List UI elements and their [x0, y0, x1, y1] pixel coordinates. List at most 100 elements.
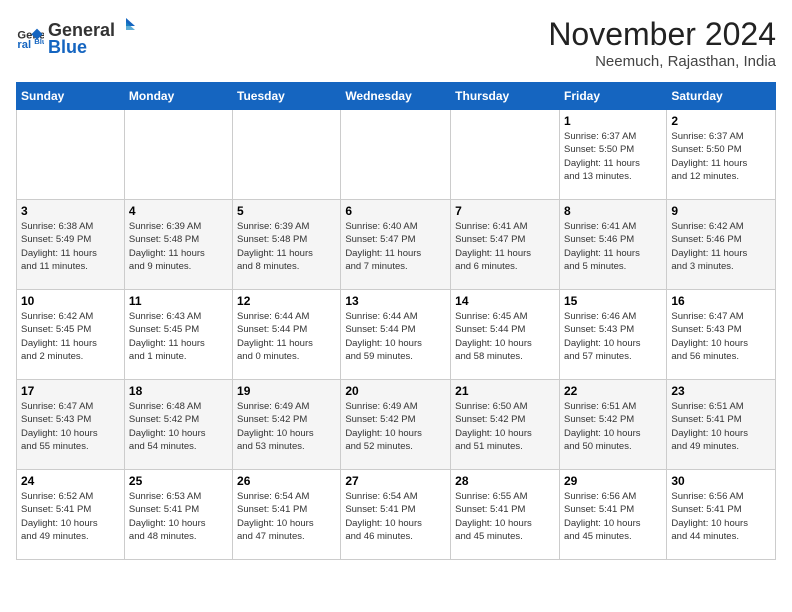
- calendar-cell: 30 Sunrise: 6:56 AM Sunset: 5:41 PM Dayli…: [667, 470, 776, 560]
- day-number: 1: [564, 114, 662, 128]
- day-number: 25: [129, 474, 228, 488]
- day-info: Sunrise: 6:49 AM Sunset: 5:42 PM Dayligh…: [237, 400, 336, 453]
- logo: Gene ral Blue General Blue: [16, 16, 135, 58]
- day-info: Sunrise: 6:51 AM Sunset: 5:41 PM Dayligh…: [671, 400, 771, 453]
- day-number: 6: [345, 204, 446, 218]
- calendar-cell: 22 Sunrise: 6:51 AM Sunset: 5:42 PM Dayli…: [559, 380, 666, 470]
- day-info: Sunrise: 6:37 AM Sunset: 5:50 PM Dayligh…: [671, 130, 771, 183]
- day-header-sunday: Sunday: [17, 83, 125, 110]
- day-info: Sunrise: 6:43 AM Sunset: 5:45 PM Dayligh…: [129, 310, 228, 363]
- day-info: Sunrise: 6:54 AM Sunset: 5:41 PM Dayligh…: [345, 490, 446, 543]
- day-info: Sunrise: 6:37 AM Sunset: 5:50 PM Dayligh…: [564, 130, 662, 183]
- day-info: Sunrise: 6:42 AM Sunset: 5:45 PM Dayligh…: [21, 310, 120, 363]
- calendar-cell: 16Sunrise: 6:47 AM Sunset: 5:43 PM Dayli…: [667, 290, 776, 380]
- calendar-cell: 24 Sunrise: 6:52 AM Sunset: 5:41 PM Dayli…: [17, 470, 125, 560]
- day-info: Sunrise: 6:41 AM Sunset: 5:46 PM Dayligh…: [564, 220, 662, 273]
- day-info: Sunrise: 6:42 AM Sunset: 5:46 PM Dayligh…: [671, 220, 771, 273]
- calendar-cell: 2 Sunrise: 6:37 AM Sunset: 5:50 PM Daylig…: [667, 110, 776, 200]
- calendar-cell: 13 Sunrise: 6:44 AM Sunset: 5:44 PM Dayli…: [341, 290, 451, 380]
- calendar-cell: 20 Sunrise: 6:49 AM Sunset: 5:42 PM Dayli…: [341, 380, 451, 470]
- day-info: Sunrise: 6:54 AM Sunset: 5:41 PM Dayligh…: [237, 490, 336, 543]
- day-header-wednesday: Wednesday: [341, 83, 451, 110]
- calendar-cell: [233, 110, 341, 200]
- calendar-cell: 12 Sunrise: 6:44 AM Sunset: 5:44 PM Dayli…: [233, 290, 341, 380]
- calendar-cell: 1 Sunrise: 6:37 AM Sunset: 5:50 PM Daylig…: [559, 110, 666, 200]
- day-info: Sunrise: 6:44 AM Sunset: 5:44 PM Dayligh…: [237, 310, 336, 363]
- day-number: 30: [671, 474, 771, 488]
- day-number: 11: [129, 294, 228, 308]
- day-info: Sunrise: 6:44 AM Sunset: 5:44 PM Dayligh…: [345, 310, 446, 363]
- day-number: 28: [455, 474, 555, 488]
- calendar-cell: 23 Sunrise: 6:51 AM Sunset: 5:41 PM Dayli…: [667, 380, 776, 470]
- calendar-cell: 14 Sunrise: 6:45 AM Sunset: 5:44 PM Dayli…: [451, 290, 560, 380]
- week-row-4: 17 Sunrise: 6:47 AM Sunset: 5:43 PM Dayli…: [17, 380, 776, 470]
- calendar-cell: 9 Sunrise: 6:42 AM Sunset: 5:46 PM Daylig…: [667, 200, 776, 290]
- day-number: 7: [455, 204, 555, 218]
- day-info: Sunrise: 6:38 AM Sunset: 5:49 PM Dayligh…: [21, 220, 120, 273]
- day-number: 24: [21, 474, 120, 488]
- day-info: Sunrise: 6:47 AM Sunset: 5:43 PM Dayligh…: [21, 400, 120, 453]
- day-number: 22: [564, 384, 662, 398]
- day-info: Sunrise: 6:48 AM Sunset: 5:42 PM Dayligh…: [129, 400, 228, 453]
- svg-text:Blue: Blue: [34, 37, 44, 46]
- day-info: Sunrise: 6:55 AM Sunset: 5:41 PM Dayligh…: [455, 490, 555, 543]
- svg-text:ral: ral: [17, 39, 31, 51]
- day-number: 29: [564, 474, 662, 488]
- day-number: 23: [671, 384, 771, 398]
- day-number: 21: [455, 384, 555, 398]
- day-number: 17: [21, 384, 120, 398]
- day-info: Sunrise: 6:51 AM Sunset: 5:42 PM Dayligh…: [564, 400, 662, 453]
- day-number: 15: [564, 294, 662, 308]
- week-row-3: 10 Sunrise: 6:42 AM Sunset: 5:45 PM Dayli…: [17, 290, 776, 380]
- calendar-cell: 25Sunrise: 6:53 AM Sunset: 5:41 PM Dayli…: [124, 470, 232, 560]
- calendar-cell: 26 Sunrise: 6:54 AM Sunset: 5:41 PM Dayli…: [233, 470, 341, 560]
- day-number: 27: [345, 474, 446, 488]
- day-header-monday: Monday: [124, 83, 232, 110]
- day-info: Sunrise: 6:41 AM Sunset: 5:47 PM Dayligh…: [455, 220, 555, 273]
- calendar-cell: [451, 110, 560, 200]
- week-row-1: 1 Sunrise: 6:37 AM Sunset: 5:50 PM Daylig…: [17, 110, 776, 200]
- calendar-cell: 4 Sunrise: 6:39 AM Sunset: 5:48 PM Daylig…: [124, 200, 232, 290]
- day-info: Sunrise: 6:39 AM Sunset: 5:48 PM Dayligh…: [129, 220, 228, 273]
- day-header-saturday: Saturday: [667, 83, 776, 110]
- calendar-cell: 10 Sunrise: 6:42 AM Sunset: 5:45 PM Dayli…: [17, 290, 125, 380]
- calendar-cell: 11 Sunrise: 6:43 AM Sunset: 5:45 PM Dayli…: [124, 290, 232, 380]
- day-header-thursday: Thursday: [451, 83, 560, 110]
- day-number: 13: [345, 294, 446, 308]
- header-row: SundayMondayTuesdayWednesdayThursdayFrid…: [17, 83, 776, 110]
- calendar-cell: 3 Sunrise: 6:38 AM Sunset: 5:49 PM Daylig…: [17, 200, 125, 290]
- day-info: Sunrise: 6:45 AM Sunset: 5:44 PM Dayligh…: [455, 310, 555, 363]
- week-row-2: 3 Sunrise: 6:38 AM Sunset: 5:49 PM Daylig…: [17, 200, 776, 290]
- day-number: 26: [237, 474, 336, 488]
- calendar-cell: 15Sunrise: 6:46 AM Sunset: 5:43 PM Dayli…: [559, 290, 666, 380]
- month-title: November 2024: [548, 16, 776, 53]
- calendar-cell: 29 Sunrise: 6:56 AM Sunset: 5:41 PM Dayli…: [559, 470, 666, 560]
- day-number: 19: [237, 384, 336, 398]
- day-header-friday: Friday: [559, 83, 666, 110]
- day-number: 10: [21, 294, 120, 308]
- calendar-cell: 5 Sunrise: 6:39 AM Sunset: 5:48 PM Daylig…: [233, 200, 341, 290]
- day-number: 5: [237, 204, 336, 218]
- calendar-cell: 21Sunrise: 6:50 AM Sunset: 5:42 PM Dayli…: [451, 380, 560, 470]
- calendar-table: SundayMondayTuesdayWednesdayThursdayFrid…: [16, 82, 776, 560]
- logo-icon: Gene ral Blue: [16, 23, 44, 51]
- day-number: 4: [129, 204, 228, 218]
- day-number: 8: [564, 204, 662, 218]
- day-info: Sunrise: 6:49 AM Sunset: 5:42 PM Dayligh…: [345, 400, 446, 453]
- day-number: 12: [237, 294, 336, 308]
- day-info: Sunrise: 6:39 AM Sunset: 5:48 PM Dayligh…: [237, 220, 336, 273]
- day-info: Sunrise: 6:52 AM Sunset: 5:41 PM Dayligh…: [21, 490, 120, 543]
- calendar-cell: [17, 110, 125, 200]
- calendar-cell: 7 Sunrise: 6:41 AM Sunset: 5:47 PM Daylig…: [451, 200, 560, 290]
- day-number: 20: [345, 384, 446, 398]
- day-number: 3: [21, 204, 120, 218]
- day-info: Sunrise: 6:47 AM Sunset: 5:43 PM Dayligh…: [671, 310, 771, 363]
- day-info: Sunrise: 6:56 AM Sunset: 5:41 PM Dayligh…: [671, 490, 771, 543]
- day-number: 2: [671, 114, 771, 128]
- calendar-cell: 17 Sunrise: 6:47 AM Sunset: 5:43 PM Dayli…: [17, 380, 125, 470]
- calendar-cell: 19 Sunrise: 6:49 AM Sunset: 5:42 PM Dayli…: [233, 380, 341, 470]
- day-number: 14: [455, 294, 555, 308]
- day-number: 9: [671, 204, 771, 218]
- calendar-cell: 18Sunrise: 6:48 AM Sunset: 5:42 PM Dayli…: [124, 380, 232, 470]
- day-info: Sunrise: 6:56 AM Sunset: 5:41 PM Dayligh…: [564, 490, 662, 543]
